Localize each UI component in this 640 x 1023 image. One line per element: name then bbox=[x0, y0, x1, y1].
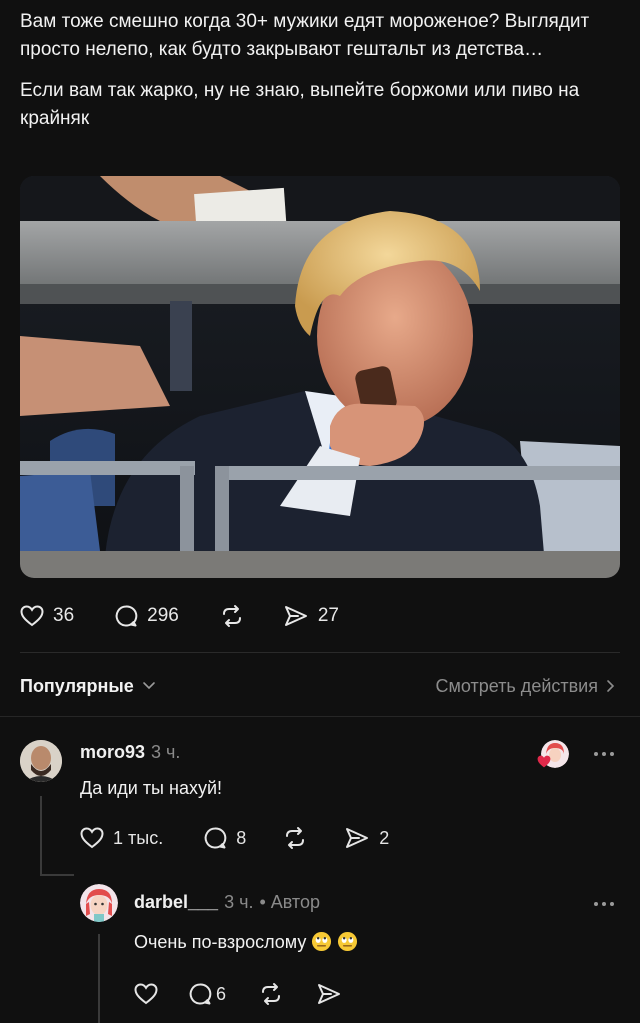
thread-line bbox=[98, 934, 100, 1023]
repost-icon bbox=[286, 827, 305, 849]
post-paragraph-2: Если вам так жарко, ну не знаю, выпейте … bbox=[20, 80, 580, 129]
comment-button[interactable]: 296 bbox=[114, 604, 179, 628]
more-icon[interactable] bbox=[594, 902, 614, 906]
post-text: Вам тоже смешно когда 30+ мужики едят мо… bbox=[20, 8, 610, 146]
repost-icon bbox=[222, 605, 241, 627]
send-count: 27 bbox=[317, 605, 339, 626]
comment-actions: 1 тыс. 8 2 bbox=[80, 826, 389, 850]
chevron-down-icon bbox=[142, 682, 155, 690]
post-paragraph-1: Вам тоже смешно когда 30+ мужики едят мо… bbox=[20, 11, 590, 60]
rolling-eyes-emoji bbox=[312, 931, 332, 952]
rolling-eyes-emoji bbox=[338, 931, 358, 952]
comment-send-button[interactable] bbox=[316, 982, 342, 1006]
heart-icon bbox=[537, 755, 551, 768]
more-icon[interactable] bbox=[594, 752, 614, 756]
like-button[interactable]: 36 bbox=[20, 605, 74, 627]
thread-connector bbox=[40, 874, 74, 876]
sort-label: Популярные bbox=[20, 675, 134, 696]
post-photo[interactable] bbox=[20, 176, 620, 578]
comment-header: moro93 3 ч. bbox=[80, 742, 180, 763]
comment-icon bbox=[115, 605, 138, 627]
repost-icon bbox=[262, 983, 281, 1005]
comment-reply-button[interactable]: 6 bbox=[188, 982, 226, 1006]
heart-icon bbox=[134, 983, 158, 1005]
comment-like-button[interactable]: 1 тыс. bbox=[80, 827, 163, 849]
comment-count: 296 bbox=[147, 605, 179, 626]
comments-toolbar: Популярные Смотреть действия bbox=[20, 672, 616, 700]
comment-time: 3 ч. bbox=[224, 892, 254, 912]
comment-repost-button[interactable] bbox=[282, 826, 308, 850]
comment-actions: 6 bbox=[134, 982, 342, 1006]
comment-like-count: 1 тыс. bbox=[113, 827, 164, 848]
divider bbox=[20, 652, 620, 653]
comment-like-button[interactable] bbox=[134, 983, 158, 1005]
comment-send-button[interactable]: 2 bbox=[344, 826, 389, 850]
chevron-right-icon bbox=[607, 680, 615, 692]
divider bbox=[0, 716, 640, 717]
sort-dropdown[interactable]: Популярные bbox=[20, 676, 156, 697]
comment-header: darbel___ 3 ч. • Автор bbox=[134, 892, 320, 913]
send-icon bbox=[346, 828, 369, 848]
comment-repost-button[interactable] bbox=[258, 982, 284, 1006]
send-icon bbox=[318, 984, 341, 1004]
view-actions-label: Смотреть действия bbox=[435, 675, 598, 696]
comment-username[interactable]: darbel___ bbox=[134, 892, 218, 913]
comment-icon bbox=[189, 983, 212, 1005]
comment-text-row: Очень по-взрослому bbox=[134, 931, 358, 953]
comment-reply-count: 8 bbox=[236, 827, 247, 848]
send-icon bbox=[284, 606, 307, 626]
author-badge: • Автор bbox=[259, 892, 320, 912]
comment-reply-button[interactable]: 8 bbox=[203, 826, 246, 850]
comment-text: Очень по-взрослому bbox=[134, 932, 307, 952]
comment-username[interactable]: moro93 bbox=[80, 742, 145, 763]
comment-time: 3 ч. bbox=[151, 742, 181, 762]
comment-icon bbox=[204, 827, 227, 849]
send-button[interactable]: 27 bbox=[283, 604, 339, 628]
heart-icon bbox=[20, 605, 44, 627]
avatar[interactable] bbox=[20, 740, 62, 782]
thread-line bbox=[40, 796, 42, 876]
comment-send-count: 2 bbox=[379, 827, 390, 848]
comment-reply-count: 6 bbox=[216, 983, 227, 1004]
heart-icon bbox=[80, 827, 104, 849]
avatar[interactable] bbox=[80, 884, 118, 922]
post-actions: 36 296 27 bbox=[20, 598, 339, 634]
repost-button[interactable] bbox=[219, 604, 245, 628]
like-count: 36 bbox=[53, 605, 75, 626]
comment-text: Да иди ты нахуй! bbox=[80, 778, 223, 798]
view-actions-link[interactable]: Смотреть действия bbox=[436, 676, 616, 697]
